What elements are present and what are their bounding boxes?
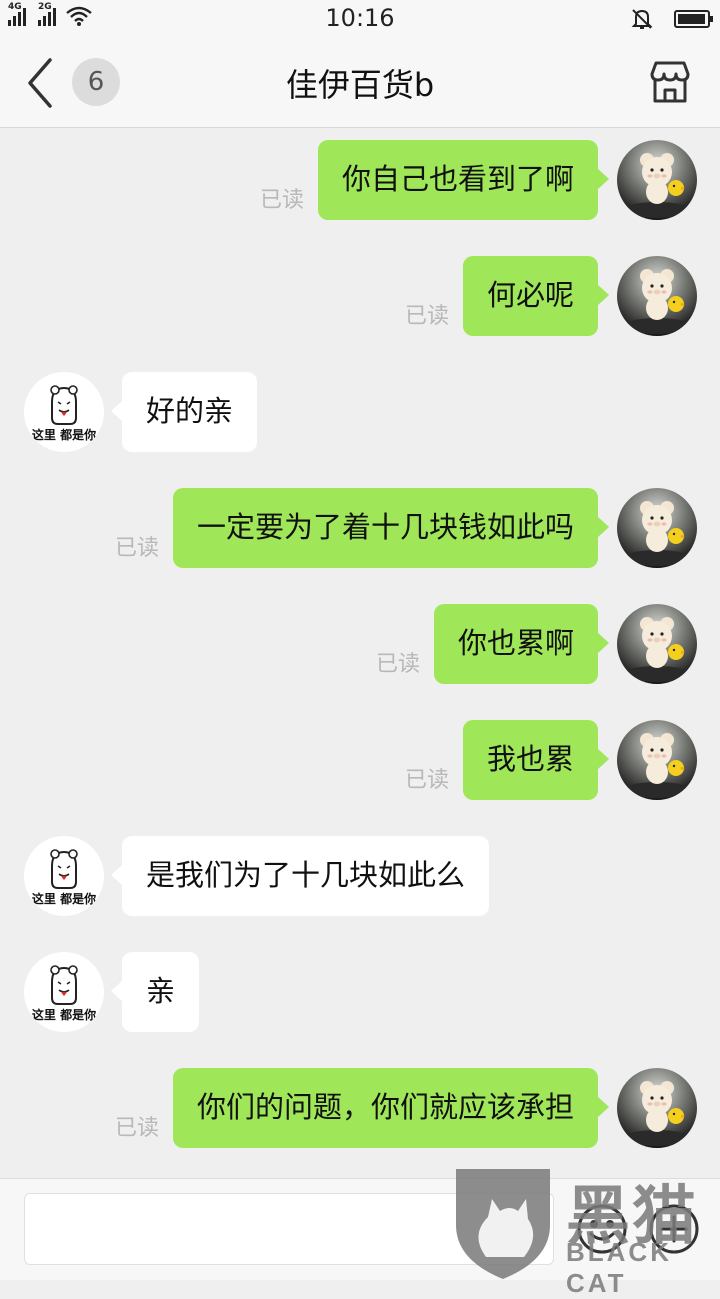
- blackcat-watermark: 黑猫 BLACK CAT: [448, 1165, 720, 1298]
- my-avatar[interactable]: [617, 256, 697, 336]
- outgoing-message: 一定要为了着十几块钱如此吗 已读: [0, 488, 720, 568]
- chat-title: 佳伊百货b: [285, 66, 435, 104]
- message-bubble[interactable]: 何必呢: [462, 256, 610, 336]
- shop-icon: [650, 61, 690, 103]
- message-bubble[interactable]: 我也累: [462, 720, 610, 800]
- read-status: 已读: [115, 536, 160, 561]
- read-status: 已读: [376, 652, 421, 677]
- cat-shield-logo: [456, 1169, 550, 1279]
- incoming-message: 这里 都是你 是我们为了十几块如此么: [0, 836, 720, 916]
- message-bubble[interactable]: 你也累啊: [433, 604, 610, 684]
- read-status: 已读: [405, 304, 450, 329]
- message-bubble[interactable]: 你们的问题，你们就应该承担: [172, 1068, 610, 1148]
- my-avatar[interactable]: [617, 604, 697, 684]
- message-bubble[interactable]: 一定要为了着十几块钱如此吗: [172, 488, 610, 568]
- my-avatar[interactable]: [617, 1068, 697, 1148]
- chat-header: 6 佳伊百货b: [0, 38, 720, 128]
- my-avatar[interactable]: [617, 140, 697, 220]
- seller-avatar-caption: 这里 都是你: [32, 891, 96, 906]
- seller-avatar[interactable]: 这里 都是你: [24, 836, 104, 916]
- outgoing-message: 你也累啊 已读: [0, 604, 720, 684]
- my-avatar[interactable]: [617, 488, 697, 568]
- watermark-en: BLACK CAT: [566, 1237, 672, 1298]
- seller-avatar[interactable]: 这里 都是你: [24, 952, 104, 1032]
- battery-icon: [674, 10, 713, 28]
- shop-button[interactable]: [646, 58, 694, 106]
- message-bubble[interactable]: 好的亲: [110, 372, 258, 452]
- message-bubble[interactable]: 亲: [110, 952, 200, 1032]
- read-status: 已读: [405, 768, 450, 793]
- message-list[interactable]: 你自己也看到了啊 已读 何必呢 已读 这里 都是你 好的亲 一定要为了着十几块钱如此吗 已读你…: [0, 128, 720, 1178]
- outgoing-message: 你们的问题，你们就应该承担 已读: [0, 1068, 720, 1148]
- seller-avatar-caption: 这里 都是你: [32, 427, 96, 442]
- seller-avatar[interactable]: 这里 都是你: [24, 372, 104, 452]
- mute-bell-icon: [631, 9, 653, 29]
- outgoing-message: 你自己也看到了啊 已读: [0, 140, 720, 220]
- read-status: 已读: [260, 188, 305, 213]
- outgoing-message: 我也累 已读: [0, 720, 720, 800]
- outgoing-message: 何必呢 已读: [0, 256, 720, 336]
- seller-avatar-caption: 这里 都是你: [32, 1007, 96, 1022]
- status-time: 10:16: [325, 4, 395, 32]
- status-bar: 4G 2G 10:16: [0, 0, 720, 38]
- my-avatar[interactable]: [617, 720, 697, 800]
- incoming-message: 这里 都是你 好的亲: [0, 372, 720, 452]
- message-bubble[interactable]: 你自己也看到了啊: [317, 140, 610, 220]
- read-status: 已读: [115, 1116, 160, 1141]
- incoming-message: 这里 都是你亲: [0, 952, 720, 1032]
- message-bubble[interactable]: 是我们为了十几块如此么: [110, 836, 490, 916]
